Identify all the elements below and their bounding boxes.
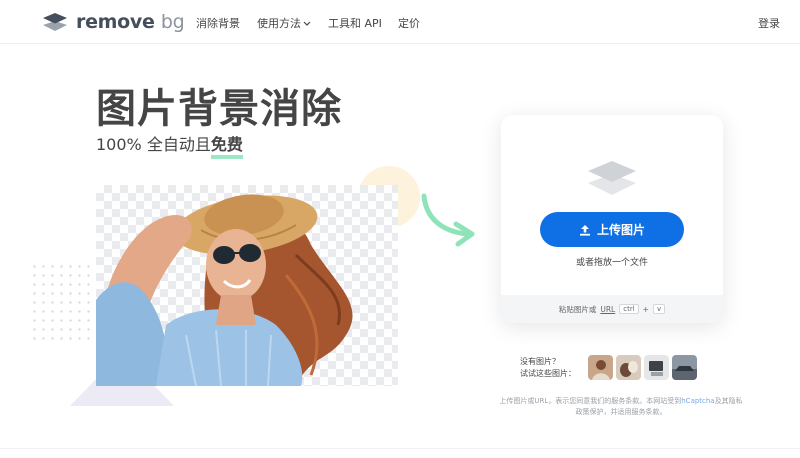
sample-prompt: 没有图片？ 试试这些图片： bbox=[520, 356, 576, 380]
sample-person-image bbox=[588, 355, 613, 380]
right-arrow-icon bbox=[421, 193, 475, 247]
sample-prompt-line1: 没有图片？ bbox=[520, 357, 560, 366]
paste-bar: 粘贴图片或 URL ctrl + v bbox=[501, 295, 723, 323]
legal-text: 上传图片或URL，表示您同意我们的服务条款。本网站受到hCaptcha及其隐私政… bbox=[499, 397, 743, 416]
chevron-down-icon bbox=[303, 21, 311, 26]
nav-pricing[interactable]: 定价 bbox=[398, 15, 420, 31]
sample-animal-image bbox=[616, 355, 641, 380]
login-link[interactable]: 登录 bbox=[758, 15, 780, 31]
upload-button-label: 上传图片 bbox=[596, 223, 645, 237]
top-navbar: remove bg 消除背景 使用方法 工具和 API 定价 登录 bbox=[0, 0, 800, 44]
sample-product-image bbox=[644, 355, 669, 380]
upload-icon bbox=[579, 224, 590, 236]
nav-remove-bg[interactable]: 消除背景 bbox=[196, 15, 240, 31]
dot-grid-decoration bbox=[30, 262, 100, 342]
key-plus: + bbox=[642, 304, 649, 314]
logo-text: remove bg bbox=[76, 11, 185, 33]
hcaptcha-link[interactable]: hCaptcha bbox=[681, 397, 714, 405]
sample-thumbnail[interactable] bbox=[616, 355, 641, 380]
hero-woman-cutout-image bbox=[96, 194, 353, 386]
logo-layers-icon bbox=[43, 13, 67, 31]
free-highlight: 免费 bbox=[210, 135, 243, 159]
paste-url-link[interactable]: URL bbox=[600, 305, 615, 314]
sample-thumbnails bbox=[588, 355, 697, 380]
key-ctrl: ctrl bbox=[619, 304, 639, 314]
hero-title: 图片背景消除 bbox=[96, 86, 342, 132]
paste-text: 粘贴图片或 bbox=[558, 304, 597, 314]
sample-thumbnail[interactable] bbox=[672, 355, 697, 380]
upload-image-button[interactable]: 上传图片 bbox=[540, 212, 684, 247]
page: remove bg 消除背景 使用方法 工具和 API 定价 登录 图片背景消除… bbox=[0, 0, 800, 458]
section-divider bbox=[0, 448, 800, 449]
sample-car-image bbox=[672, 355, 697, 380]
sample-prompt-line2: 试试这些图片： bbox=[520, 369, 576, 378]
upload-card[interactable]: 上传图片 或者拖放一个文件 粘贴图片或 URL ctrl + v bbox=[501, 115, 723, 323]
key-v: v bbox=[652, 304, 666, 314]
drag-drop-text: 或者拖放一个文件 bbox=[575, 258, 648, 268]
sample-thumbnail[interactable] bbox=[588, 355, 613, 380]
nav-how-to-use[interactable]: 使用方法 bbox=[257, 15, 311, 31]
logo[interactable]: remove bg bbox=[42, 11, 185, 33]
transparent-checkerboard bbox=[96, 185, 398, 386]
hero-subtitle: 100% 全自动且免费 bbox=[96, 131, 243, 159]
layers-placeholder-icon bbox=[588, 161, 636, 195]
nav-tools-api[interactable]: 工具和 API bbox=[328, 15, 382, 31]
sample-thumbnail[interactable] bbox=[644, 355, 669, 380]
